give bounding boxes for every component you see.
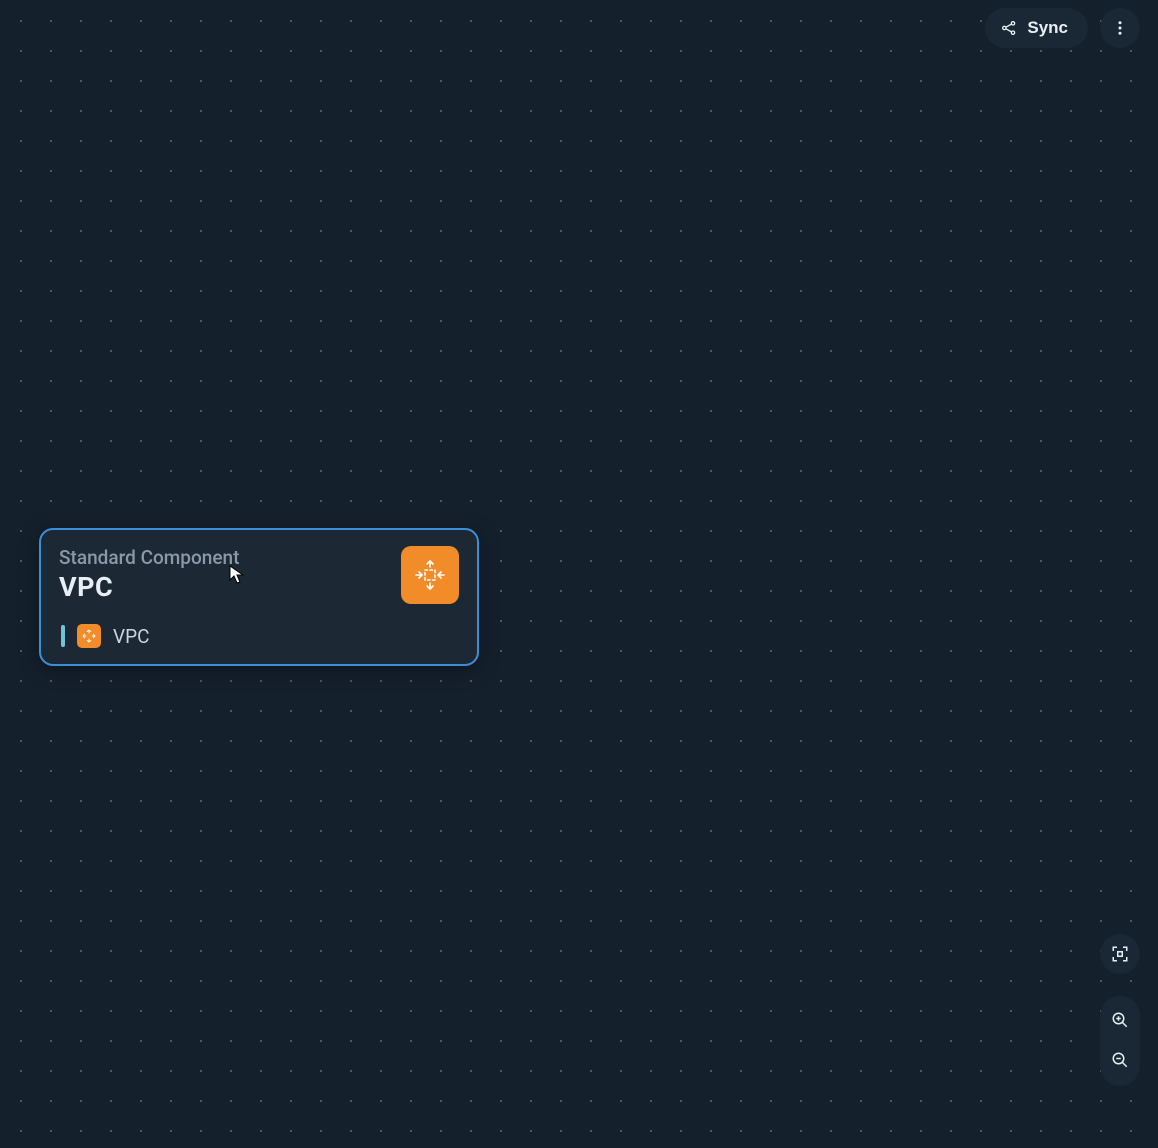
- node-titles: Standard Component VPC: [59, 546, 401, 603]
- more-vertical-icon: [1111, 19, 1129, 37]
- zoom-out-icon: [1111, 1051, 1129, 1072]
- component-node-vpc[interactable]: Standard Component VPC: [39, 528, 479, 666]
- node-subtitle: Standard Component: [59, 546, 401, 569]
- node-resource-row[interactable]: VPC: [59, 624, 459, 648]
- row-accent-bar: [61, 625, 65, 647]
- zoom-controls: [1100, 934, 1140, 1086]
- zoom-in-button[interactable]: [1100, 1004, 1140, 1038]
- sync-button[interactable]: Sync: [985, 8, 1088, 48]
- node-resource-label: VPC: [113, 625, 149, 648]
- zoom-in-icon: [1111, 1011, 1129, 1032]
- fit-view-button[interactable]: [1100, 934, 1140, 974]
- zoom-out-button[interactable]: [1100, 1044, 1140, 1078]
- fit-screen-icon: [1111, 945, 1129, 963]
- node-header: Standard Component VPC: [59, 546, 459, 604]
- vpc-small-icon: [77, 624, 101, 648]
- sync-button-label: Sync: [1027, 18, 1068, 38]
- zoom-group: [1100, 996, 1140, 1086]
- more-menu-button[interactable]: [1100, 8, 1140, 48]
- share-network-icon: [1001, 20, 1017, 36]
- node-title: VPC: [59, 571, 401, 603]
- canvas-toolbar: Sync: [985, 8, 1140, 48]
- vpc-icon: [401, 546, 459, 604]
